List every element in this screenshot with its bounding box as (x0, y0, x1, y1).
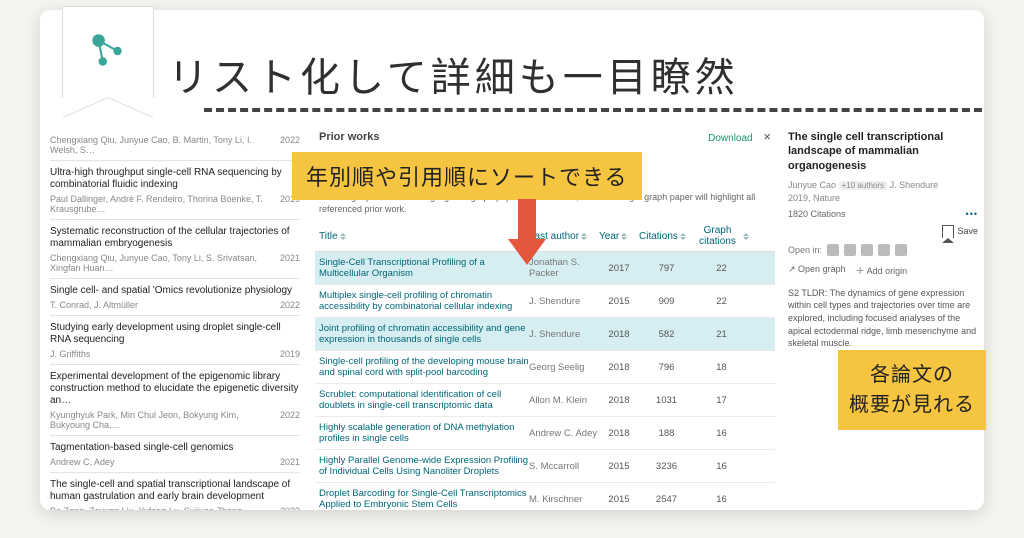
list-item[interactable]: Tagmentation-based single-cell genomicsA… (50, 436, 300, 473)
table-row[interactable]: Joint profiling of chromatin accessibili… (315, 318, 775, 351)
annotation-sort: 年別順や引用順にソートできる (292, 152, 642, 200)
table-body: Single-Cell Transcriptional Profiling of… (315, 252, 775, 510)
logo-badge (62, 6, 152, 96)
open-icon-3[interactable] (861, 244, 873, 256)
list-item[interactable]: Studying early development using droplet… (50, 316, 300, 365)
bookmark-icon (942, 225, 954, 238)
open-icon-1[interactable] (827, 244, 839, 256)
logo-icon (73, 17, 141, 85)
col-graph-citations[interactable]: Graph citations (694, 225, 749, 247)
sort-icon[interactable] (680, 233, 687, 240)
list-item[interactable]: Experimental development of the epigenom… (50, 365, 300, 436)
list-item[interactable]: Chengxiang Qiu, Junyue Cao, B. Martin, T… (50, 126, 300, 161)
sort-icon[interactable] (743, 233, 749, 240)
left-paper-list: Chengxiang Qiu, Junyue Cao, B. Martin, T… (50, 126, 300, 510)
table-row[interactable]: Highly scalable generation of DNA methyl… (315, 417, 775, 450)
panel-title: Prior works (319, 131, 380, 143)
list-item[interactable]: Single cell- and spatial 'Omics revoluti… (50, 279, 300, 316)
annotation-summary: 各論文の 概要が見れる (838, 350, 986, 430)
open-in-row: Open in: (788, 244, 978, 256)
col-citations[interactable]: Citations (639, 225, 694, 247)
open-icon-2[interactable] (844, 244, 856, 256)
list-item[interactable]: Systematic reconstruction of the cellula… (50, 220, 300, 279)
detail-authors: Junyue Cao +10 authors J. Shendure (788, 180, 978, 190)
list-item[interactable]: Ultra-high throughput single-cell RNA se… (50, 161, 300, 220)
download-link[interactable]: Download (708, 133, 752, 144)
divider-dashes (204, 108, 984, 112)
sort-icon[interactable] (621, 233, 628, 240)
open-icon-5[interactable] (895, 244, 907, 256)
close-icon[interactable]: × (763, 129, 771, 144)
more-menu-icon[interactable]: ••• (966, 209, 978, 219)
table-row[interactable]: Scrublet: computational identification o… (315, 384, 775, 417)
list-item[interactable]: The single-cell and spatial transcriptio… (50, 473, 300, 510)
paper-detail-panel: The single cell transcriptional landscap… (788, 126, 978, 350)
arrow-icon (510, 199, 544, 269)
sort-icon[interactable] (340, 233, 347, 240)
detail-title: The single cell transcriptional landscap… (788, 126, 978, 177)
detail-tldr: S2 TLDR: The dynamics of gene expression… (788, 287, 978, 350)
detail-citations: 1820 Citations (788, 209, 846, 219)
headline: リスト化して詳細も一目瞭然 (168, 45, 868, 103)
detail-source: 2019, Nature (788, 193, 978, 203)
sort-icon[interactable] (581, 233, 588, 240)
col-year[interactable]: Year (599, 225, 639, 247)
save-button[interactable]: Save (942, 225, 978, 238)
table-row[interactable]: Single-cell profiling of the developing … (315, 351, 775, 384)
table-row[interactable]: Highly Parallel Genome-wide Expression P… (315, 450, 775, 483)
open-graph-button[interactable]: ↗ Open graph (788, 264, 846, 277)
col-title[interactable]: Title (319, 225, 529, 247)
table-row[interactable]: Multiplex single-cell profiling of chrom… (315, 285, 775, 318)
add-origin-button[interactable]: ＋ Add origin (856, 264, 908, 277)
table-row[interactable]: Droplet Barcoding for Single-Cell Transc… (315, 483, 775, 510)
open-icon-4[interactable] (878, 244, 890, 256)
